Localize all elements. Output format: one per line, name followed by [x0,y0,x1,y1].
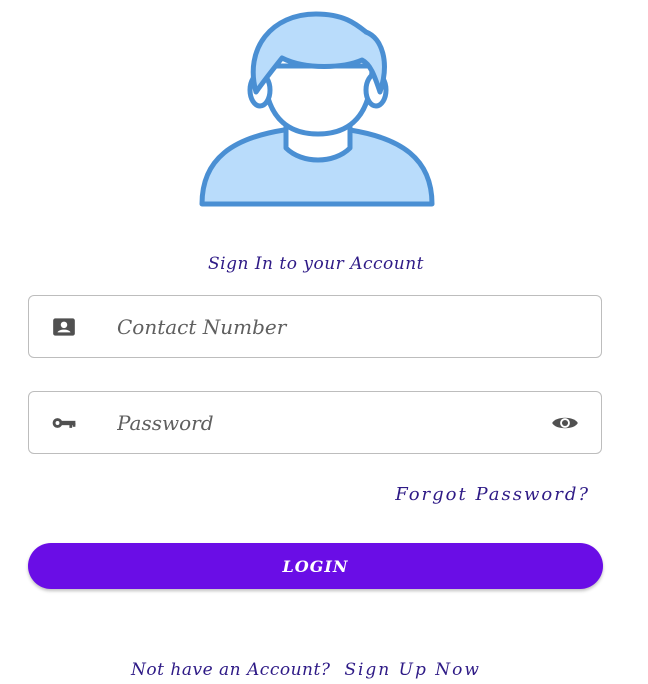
password-field[interactable] [28,391,602,454]
contact-number-input[interactable] [117,296,537,357]
eye-icon[interactable] [551,409,579,437]
login-screen: Sign In to your Account Forgot Password?… [0,0,648,684]
contact-number-field[interactable] [28,295,602,358]
signup-link[interactable]: Sign Up Now [344,660,481,680]
password-input[interactable] [117,392,537,453]
signup-prompt-text: Not have an Account? [131,660,331,680]
key-icon [52,417,76,428]
user-avatar-icon [199,11,435,207]
forgot-password-link[interactable]: Forgot Password? [395,484,590,505]
contact-card-icon [53,317,75,336]
page-title: Sign In to your Account [208,254,424,274]
login-button[interactable]: LOGIN [28,543,603,589]
signup-prompt: Not have an Account? Sign Up Now [0,660,612,680]
